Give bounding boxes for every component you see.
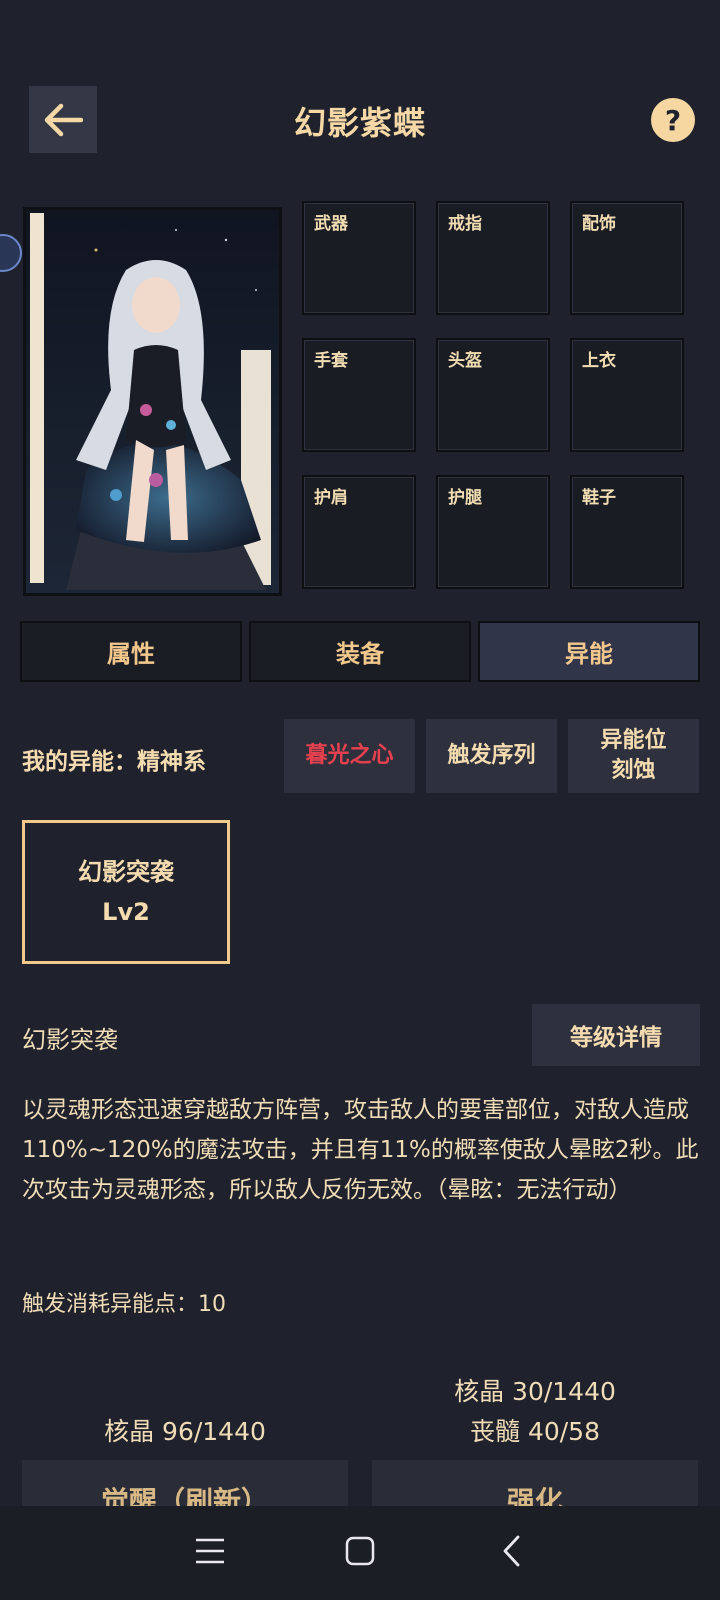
skill-description: 以灵魂形态迅速穿越敌方阵营，攻击敌人的要害部位，对敌人造成110%~120%的魔… [22, 1097, 699, 1203]
equip-slot-weapon[interactable]: 武器 [302, 201, 416, 315]
skill-card-name: 幻影突袭 [78, 858, 174, 886]
question-icon: ? [664, 103, 682, 137]
equip-slot-gloves[interactable]: 手套 [302, 338, 416, 452]
menu-icon[interactable] [190, 1531, 230, 1571]
back-nav-icon[interactable] [492, 1531, 532, 1571]
equip-slot-shoes[interactable]: 鞋子 [570, 475, 684, 589]
ability-etch-button[interactable]: 异能位 刻蚀 [568, 719, 699, 793]
page-title: 幻影紫蝶 [293, 104, 426, 142]
floating-badge-icon[interactable] [0, 234, 22, 272]
level-details-button[interactable]: 等级详情 [532, 1004, 700, 1066]
skill-card[interactable]: 幻影突袭 Lv2 [22, 820, 230, 964]
equip-slot-legs[interactable]: 护腿 [436, 475, 550, 589]
tab-ability[interactable]: 异能 [478, 621, 700, 682]
home-icon[interactable] [340, 1531, 380, 1571]
enhance-cost-marrow: 丧髓 40/58 [470, 1417, 600, 1446]
equip-slot-top[interactable]: 上衣 [570, 338, 684, 452]
trigger-sequence-button[interactable]: 触发序列 [426, 719, 557, 793]
tab-equipment[interactable]: 装备 [249, 621, 471, 682]
enhance-cost-crystal: 核晶 30/1440 [454, 1377, 616, 1406]
tab-attributes[interactable]: 属性 [20, 621, 242, 682]
awaken-cost: 核晶 96/1440 [104, 1417, 266, 1446]
equip-slot-ring[interactable]: 戒指 [436, 201, 550, 315]
equip-slot-accessory[interactable]: 配饰 [570, 201, 684, 315]
character-illustration [26, 210, 279, 593]
skill-name: 幻影突袭 [22, 1026, 118, 1054]
character-portrait [23, 207, 282, 596]
help-button[interactable]: ? [651, 98, 695, 142]
my-ability-label: 我的异能：精神系 [22, 749, 206, 775]
twilight-heart-button[interactable]: 暮光之心 [284, 719, 415, 793]
equip-slot-helmet[interactable]: 头盔 [436, 338, 550, 452]
equip-slot-shoulder[interactable]: 护肩 [302, 475, 416, 589]
trigger-cost: 触发消耗异能点：10 [22, 1292, 226, 1317]
skill-card-level: Lv2 [102, 898, 150, 926]
